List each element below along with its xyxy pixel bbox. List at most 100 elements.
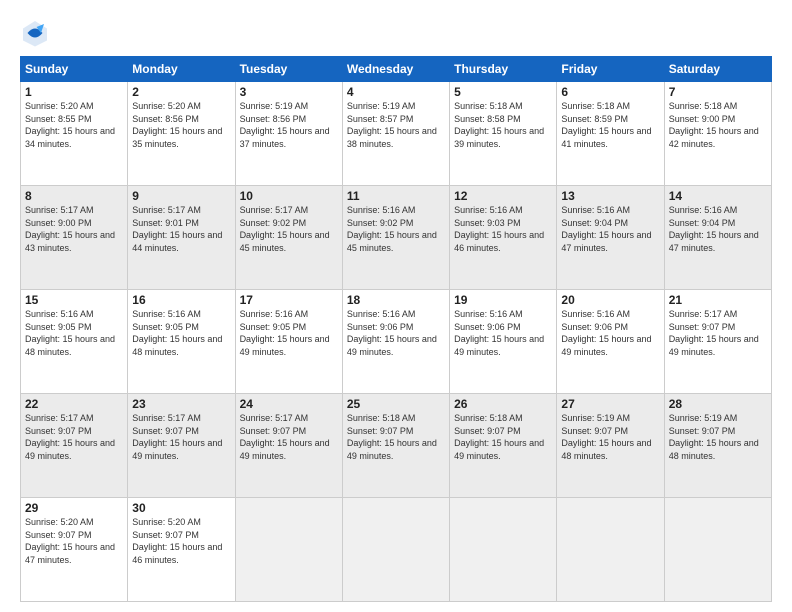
day-number: 6: [561, 85, 659, 99]
day-info: Sunrise: 5:16 AMSunset: 9:05 PMDaylight:…: [25, 309, 115, 357]
day-number: 23: [132, 397, 230, 411]
calendar-cell: 4 Sunrise: 5:19 AMSunset: 8:57 PMDayligh…: [342, 82, 449, 186]
calendar-cell: 1 Sunrise: 5:20 AMSunset: 8:55 PMDayligh…: [21, 82, 128, 186]
day-number: 16: [132, 293, 230, 307]
day-number: 24: [240, 397, 338, 411]
day-number: 2: [132, 85, 230, 99]
calendar-cell: 10 Sunrise: 5:17 AMSunset: 9:02 PMDaylig…: [235, 186, 342, 290]
calendar-table: SundayMondayTuesdayWednesdayThursdayFrid…: [20, 56, 772, 602]
day-number: 30: [132, 501, 230, 515]
day-info: Sunrise: 5:19 AMSunset: 9:07 PMDaylight:…: [669, 413, 759, 461]
day-info: Sunrise: 5:19 AMSunset: 9:07 PMDaylight:…: [561, 413, 651, 461]
calendar-cell: 22 Sunrise: 5:17 AMSunset: 9:07 PMDaylig…: [21, 394, 128, 498]
day-info: Sunrise: 5:18 AMSunset: 9:00 PMDaylight:…: [669, 101, 759, 149]
calendar-row-1: 1 Sunrise: 5:20 AMSunset: 8:55 PMDayligh…: [21, 82, 772, 186]
day-info: Sunrise: 5:20 AMSunset: 8:55 PMDaylight:…: [25, 101, 115, 149]
day-info: Sunrise: 5:18 AMSunset: 8:59 PMDaylight:…: [561, 101, 651, 149]
weekday-header-friday: Friday: [557, 57, 664, 82]
day-number: 15: [25, 293, 123, 307]
day-info: Sunrise: 5:16 AMSunset: 9:05 PMDaylight:…: [132, 309, 222, 357]
calendar-cell: 16 Sunrise: 5:16 AMSunset: 9:05 PMDaylig…: [128, 290, 235, 394]
calendar-cell: 2 Sunrise: 5:20 AMSunset: 8:56 PMDayligh…: [128, 82, 235, 186]
day-number: 12: [454, 189, 552, 203]
calendar-cell: 12 Sunrise: 5:16 AMSunset: 9:03 PMDaylig…: [450, 186, 557, 290]
calendar-cell: [450, 498, 557, 602]
day-number: 5: [454, 85, 552, 99]
calendar-row-5: 29 Sunrise: 5:20 AMSunset: 9:07 PMDaylig…: [21, 498, 772, 602]
day-number: 11: [347, 189, 445, 203]
calendar-cell: 27 Sunrise: 5:19 AMSunset: 9:07 PMDaylig…: [557, 394, 664, 498]
calendar-cell: 8 Sunrise: 5:17 AMSunset: 9:00 PMDayligh…: [21, 186, 128, 290]
calendar-cell: 20 Sunrise: 5:16 AMSunset: 9:06 PMDaylig…: [557, 290, 664, 394]
day-number: 18: [347, 293, 445, 307]
day-number: 21: [669, 293, 767, 307]
weekday-header-wednesday: Wednesday: [342, 57, 449, 82]
calendar-cell: 3 Sunrise: 5:19 AMSunset: 8:56 PMDayligh…: [235, 82, 342, 186]
calendar-cell: 26 Sunrise: 5:18 AMSunset: 9:07 PMDaylig…: [450, 394, 557, 498]
calendar-cell: 21 Sunrise: 5:17 AMSunset: 9:07 PMDaylig…: [664, 290, 771, 394]
day-number: 10: [240, 189, 338, 203]
day-info: Sunrise: 5:16 AMSunset: 9:04 PMDaylight:…: [561, 205, 651, 253]
header: [20, 18, 772, 48]
calendar-cell: 23 Sunrise: 5:17 AMSunset: 9:07 PMDaylig…: [128, 394, 235, 498]
day-number: 20: [561, 293, 659, 307]
calendar-cell: 18 Sunrise: 5:16 AMSunset: 9:06 PMDaylig…: [342, 290, 449, 394]
calendar-cell: 14 Sunrise: 5:16 AMSunset: 9:04 PMDaylig…: [664, 186, 771, 290]
weekday-header-row: SundayMondayTuesdayWednesdayThursdayFrid…: [21, 57, 772, 82]
day-info: Sunrise: 5:19 AMSunset: 8:57 PMDaylight:…: [347, 101, 437, 149]
day-number: 4: [347, 85, 445, 99]
day-info: Sunrise: 5:17 AMSunset: 9:02 PMDaylight:…: [240, 205, 330, 253]
day-info: Sunrise: 5:16 AMSunset: 9:06 PMDaylight:…: [454, 309, 544, 357]
day-info: Sunrise: 5:17 AMSunset: 9:07 PMDaylight:…: [132, 413, 222, 461]
logo-icon: [20, 18, 50, 48]
calendar-cell: 24 Sunrise: 5:17 AMSunset: 9:07 PMDaylig…: [235, 394, 342, 498]
day-number: 9: [132, 189, 230, 203]
calendar-cell: 6 Sunrise: 5:18 AMSunset: 8:59 PMDayligh…: [557, 82, 664, 186]
day-info: Sunrise: 5:16 AMSunset: 9:02 PMDaylight:…: [347, 205, 437, 253]
day-number: 27: [561, 397, 659, 411]
calendar-cell: [557, 498, 664, 602]
day-info: Sunrise: 5:17 AMSunset: 9:07 PMDaylight:…: [240, 413, 330, 461]
day-number: 29: [25, 501, 123, 515]
day-number: 3: [240, 85, 338, 99]
weekday-header-tuesday: Tuesday: [235, 57, 342, 82]
day-info: Sunrise: 5:18 AMSunset: 9:07 PMDaylight:…: [454, 413, 544, 461]
calendar-cell: 17 Sunrise: 5:16 AMSunset: 9:05 PMDaylig…: [235, 290, 342, 394]
calendar-row-3: 15 Sunrise: 5:16 AMSunset: 9:05 PMDaylig…: [21, 290, 772, 394]
calendar-cell: 7 Sunrise: 5:18 AMSunset: 9:00 PMDayligh…: [664, 82, 771, 186]
weekday-header-saturday: Saturday: [664, 57, 771, 82]
day-info: Sunrise: 5:18 AMSunset: 8:58 PMDaylight:…: [454, 101, 544, 149]
calendar-cell: 28 Sunrise: 5:19 AMSunset: 9:07 PMDaylig…: [664, 394, 771, 498]
day-info: Sunrise: 5:17 AMSunset: 9:07 PMDaylight:…: [25, 413, 115, 461]
calendar-cell: 9 Sunrise: 5:17 AMSunset: 9:01 PMDayligh…: [128, 186, 235, 290]
calendar-row-2: 8 Sunrise: 5:17 AMSunset: 9:00 PMDayligh…: [21, 186, 772, 290]
weekday-header-sunday: Sunday: [21, 57, 128, 82]
calendar-cell: 11 Sunrise: 5:16 AMSunset: 9:02 PMDaylig…: [342, 186, 449, 290]
day-info: Sunrise: 5:20 AMSunset: 8:56 PMDaylight:…: [132, 101, 222, 149]
calendar-page: SundayMondayTuesdayWednesdayThursdayFrid…: [0, 0, 792, 612]
day-info: Sunrise: 5:17 AMSunset: 9:01 PMDaylight:…: [132, 205, 222, 253]
calendar-cell: [664, 498, 771, 602]
day-number: 7: [669, 85, 767, 99]
weekday-header-monday: Monday: [128, 57, 235, 82]
day-number: 22: [25, 397, 123, 411]
logo: [20, 18, 54, 48]
day-info: Sunrise: 5:17 AMSunset: 9:07 PMDaylight:…: [669, 309, 759, 357]
day-info: Sunrise: 5:16 AMSunset: 9:06 PMDaylight:…: [347, 309, 437, 357]
day-number: 13: [561, 189, 659, 203]
weekday-header-thursday: Thursday: [450, 57, 557, 82]
day-number: 26: [454, 397, 552, 411]
day-number: 8: [25, 189, 123, 203]
day-number: 19: [454, 293, 552, 307]
calendar-cell: 25 Sunrise: 5:18 AMSunset: 9:07 PMDaylig…: [342, 394, 449, 498]
calendar-cell: 5 Sunrise: 5:18 AMSunset: 8:58 PMDayligh…: [450, 82, 557, 186]
day-info: Sunrise: 5:20 AMSunset: 9:07 PMDaylight:…: [25, 517, 115, 565]
calendar-cell: [342, 498, 449, 602]
day-info: Sunrise: 5:16 AMSunset: 9:04 PMDaylight:…: [669, 205, 759, 253]
calendar-cell: 19 Sunrise: 5:16 AMSunset: 9:06 PMDaylig…: [450, 290, 557, 394]
day-info: Sunrise: 5:20 AMSunset: 9:07 PMDaylight:…: [132, 517, 222, 565]
day-number: 17: [240, 293, 338, 307]
calendar-row-4: 22 Sunrise: 5:17 AMSunset: 9:07 PMDaylig…: [21, 394, 772, 498]
day-info: Sunrise: 5:16 AMSunset: 9:06 PMDaylight:…: [561, 309, 651, 357]
calendar-cell: [235, 498, 342, 602]
